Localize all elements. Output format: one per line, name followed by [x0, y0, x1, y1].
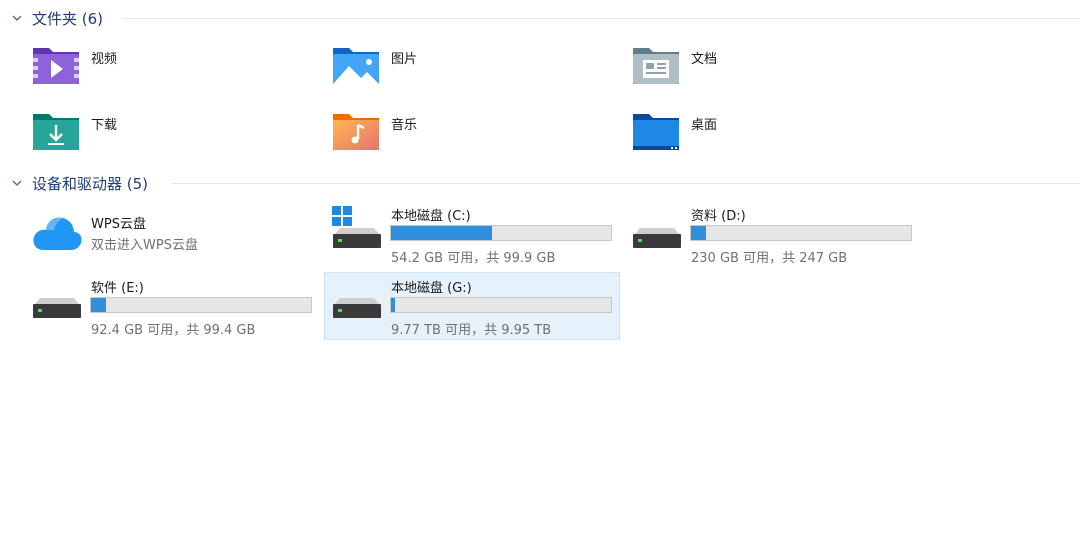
drive-d-usage-bar	[690, 225, 912, 241]
drives-section-title: 设备和驱动器 (5)	[32, 174, 149, 193]
folder-desktop[interactable]: 桌面	[628, 106, 918, 158]
drive-c-name: 本地磁盘 (C:)	[391, 209, 471, 224]
music-folder-icon	[333, 114, 379, 150]
documents-folder-icon	[633, 48, 679, 84]
drives-section-divider	[172, 183, 1080, 184]
wps-cloud-drive[interactable]: WPS云盘 双击进入WPS云盘	[28, 204, 318, 260]
folder-pictures-label: 图片	[391, 52, 418, 67]
folder-documents-label: 文档	[691, 52, 718, 67]
hard-drive-icon	[33, 298, 81, 318]
videos-folder-icon	[33, 48, 79, 84]
downloads-folder-icon	[33, 114, 79, 150]
drives-section-header[interactable]: 设备和驱动器 (5)	[10, 172, 148, 194]
drive-g-free-space: 9.77 TB 可用，共 9.95 TB	[391, 323, 552, 338]
drive-g-usage-fill	[391, 298, 395, 312]
drive-g[interactable]: 本地磁盘 (G:) 9.77 TB 可用，共 9.95 TB	[328, 274, 618, 338]
drive-e[interactable]: 软件 (E:) 92.4 GB 可用，共 99.4 GB	[28, 274, 318, 338]
hard-drive-icon	[633, 228, 681, 248]
folder-music[interactable]: 音乐	[328, 106, 618, 158]
folder-videos-label: 视频	[91, 52, 118, 67]
chevron-down-icon	[12, 15, 22, 21]
drive-c-free-space: 54.2 GB 可用，共 99.9 GB	[391, 251, 556, 266]
cloud-icon	[33, 217, 82, 250]
drive-e-usage-fill	[91, 298, 107, 312]
folder-documents[interactable]: 文档	[628, 40, 918, 92]
hard-drive-icon	[333, 298, 381, 318]
drive-c[interactable]: 本地磁盘 (C:) 54.2 GB 可用，共 99.9 GB	[328, 202, 618, 266]
drive-e-name: 软件 (E:)	[91, 281, 144, 296]
folder-downloads-label: 下载	[91, 118, 118, 133]
drive-g-usage-bar	[390, 297, 612, 313]
folder-pictures[interactable]: 图片	[328, 40, 618, 92]
drive-e-free-space: 92.4 GB 可用，共 99.4 GB	[91, 323, 256, 338]
hard-drive-icon	[333, 228, 381, 248]
drive-c-usage-bar	[390, 225, 612, 241]
pictures-folder-icon	[333, 48, 379, 84]
drive-g-name: 本地磁盘 (G:)	[391, 281, 472, 296]
wps-cloud-name: WPS云盘	[91, 217, 146, 232]
folder-music-label: 音乐	[391, 118, 418, 133]
windows-logo-icon	[332, 206, 352, 226]
drive-d-free-space: 230 GB 可用，共 247 GB	[691, 251, 848, 266]
drive-e-usage-bar	[90, 297, 312, 313]
drive-d-name: 资料 (D:)	[691, 209, 746, 224]
folders-section-divider	[122, 18, 1080, 19]
desktop-folder-icon	[633, 114, 679, 150]
chevron-down-icon	[12, 180, 22, 186]
drive-c-usage-fill	[391, 226, 492, 240]
folder-videos[interactable]: 视频	[28, 40, 318, 92]
wps-cloud-subtitle: 双击进入WPS云盘	[91, 238, 198, 253]
folder-downloads[interactable]: 下载	[28, 106, 318, 158]
folders-section-title: 文件夹 (6)	[32, 9, 104, 28]
drive-d-usage-fill	[691, 226, 707, 240]
folders-section-header[interactable]: 文件夹 (6)	[10, 7, 103, 29]
folder-desktop-label: 桌面	[691, 118, 718, 133]
drive-d[interactable]: 资料 (D:) 230 GB 可用，共 247 GB	[628, 202, 918, 266]
